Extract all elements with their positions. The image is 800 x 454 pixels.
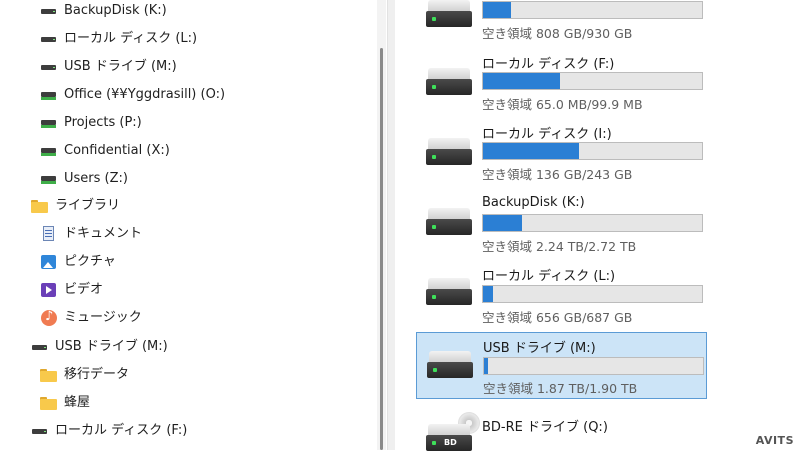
- pane-divider[interactable]: [387, 0, 395, 450]
- network-drive-icon: [40, 171, 58, 187]
- nav-item-label: Projects (P:): [64, 115, 142, 130]
- nav-scrollbar[interactable]: [377, 0, 386, 450]
- watermark-logo: AVITS: [755, 434, 794, 447]
- nav-item-label: ライブラリ: [55, 198, 121, 213]
- drive-free-space: 空き領域 808 GB/930 GB: [482, 26, 633, 41]
- drive-usage-bar: [482, 285, 703, 303]
- nav-item-label: BackupDisk (K:): [64, 3, 167, 18]
- nav-item-backupdisk-k[interactable]: BackupDisk (K:): [40, 0, 167, 24]
- folder-icon: [31, 198, 49, 214]
- hard-drive-icon: [425, 351, 475, 381]
- drive-tile-local-disk-i[interactable]: ローカル ディスク (I:) 空き領域 136 GB/243 GB: [416, 122, 707, 190]
- network-drive-icon: [40, 143, 58, 159]
- drive-usage-bar: [482, 1, 703, 19]
- nav-item-projects-p[interactable]: Projects (P:): [40, 110, 142, 136]
- nav-item-migration-data[interactable]: 移行データ: [40, 362, 129, 388]
- drive-usage-fill: [483, 143, 580, 159]
- drive-tile-bd-re-q[interactable]: BD BD-RE ドライブ (Q:): [416, 404, 707, 451]
- nav-item-label: ピクチャ: [64, 254, 116, 269]
- drive-icon: [31, 339, 49, 355]
- nav-item-label: ビデオ: [64, 282, 104, 297]
- nav-item-music[interactable]: ミュージック: [40, 305, 142, 331]
- hard-drive-icon: [424, 0, 474, 30]
- drive-usage-fill: [483, 215, 523, 231]
- documents-icon: [40, 226, 58, 242]
- drive-tile-backupdisk-k[interactable]: BackupDisk (K:) 空き領域 2.24 TB/2.72 TB: [416, 192, 707, 260]
- videos-icon: [40, 282, 58, 298]
- nav-item-libraries[interactable]: ライブラリ: [31, 193, 120, 219]
- drive-name: ローカル ディスク (L:): [482, 269, 616, 284]
- nav-item-office-o[interactable]: Office (¥¥Yggdrasill) (O:): [40, 82, 225, 108]
- nav-item-users-z[interactable]: Users (Z:): [40, 166, 128, 192]
- navigation-pane: BackupDisk (K:) ローカル ディスク (L:) USB ドライブ …: [0, 0, 376, 450]
- drive-tile-local-disk-l[interactable]: ローカル ディスク (L:) 空き領域 656 GB/687 GB: [416, 262, 707, 330]
- drive-usage-bar: [483, 357, 704, 375]
- nav-item-label: Office (¥¥Yggdrasill) (O:): [64, 87, 226, 102]
- drive-usage-bar: [482, 142, 703, 160]
- hard-drive-icon: [424, 68, 474, 98]
- nav-scrollbar-thumb[interactable]: [380, 48, 383, 450]
- drive-name: ローカル ディスク (F:): [482, 57, 615, 72]
- drive-name: USB ドライブ (M:): [483, 341, 596, 356]
- drive-free-space: 空き領域 656 GB/687 GB: [482, 310, 633, 325]
- nav-item-label: 移行データ: [64, 367, 130, 382]
- nav-item-label: USB ドライブ (M:): [64, 59, 177, 74]
- nav-item-label: Confidential (X:): [64, 143, 170, 158]
- nav-item-label: ミュージック: [64, 310, 142, 325]
- nav-item-confidential-x[interactable]: Confidential (X:): [40, 138, 170, 164]
- music-icon: [40, 309, 58, 326]
- drive-name: BD-RE ドライブ (Q:): [482, 420, 608, 435]
- drive-usage-fill: [483, 73, 560, 89]
- drive-icon: [40, 59, 58, 75]
- nav-item-label: ローカル ディスク (L:): [64, 31, 198, 46]
- nav-item-label: Users (Z:): [64, 171, 128, 186]
- nav-item-local-disk-f[interactable]: ローカル ディスク (F:): [31, 418, 187, 444]
- network-drive-icon: [40, 115, 58, 131]
- nav-item-documents[interactable]: ドキュメント: [40, 221, 142, 247]
- pictures-icon: [40, 254, 58, 270]
- nav-item-pictures[interactable]: ピクチャ: [40, 249, 116, 275]
- folder-icon: [40, 367, 58, 383]
- drive-usage-fill: [484, 358, 488, 374]
- drive-icon: [40, 31, 58, 47]
- drive-free-space: 空き領域 2.24 TB/2.72 TB: [482, 239, 637, 254]
- drive-free-space: 空き領域 1.87 TB/1.90 TB: [483, 381, 638, 396]
- hard-drive-icon: [424, 208, 474, 238]
- drive-usage-fill: [483, 2, 512, 18]
- drive-free-space: 空き領域 65.0 MB/99.9 MB: [482, 97, 643, 112]
- drive-usage-fill: [483, 286, 493, 302]
- drive-tile[interactable]: 空き領域 808 GB/930 GB: [416, 0, 707, 52]
- drive-name: BackupDisk (K:): [482, 195, 585, 210]
- drives-pane: 空き領域 808 GB/930 GB ローカル ディスク (F:) 空き領域 6…: [396, 0, 800, 451]
- drive-free-space: 空き領域 136 GB/243 GB: [482, 167, 633, 182]
- drive-tile-local-disk-f[interactable]: ローカル ディスク (F:) 空き領域 65.0 MB/99.9 MB: [416, 52, 707, 120]
- drive-usage-bar: [482, 72, 703, 90]
- nav-item-hachiya[interactable]: 蜂屋: [40, 390, 90, 416]
- folder-icon: [40, 395, 58, 411]
- drive-icon: [31, 423, 49, 439]
- nav-item-usb-drive-m[interactable]: USB ドライブ (M:): [40, 54, 177, 80]
- network-drive-icon: [40, 87, 58, 103]
- drive-tile-usb-drive-m[interactable]: USB ドライブ (M:) 空き領域 1.87 TB/1.90 TB: [416, 332, 707, 399]
- nav-item-label: USB ドライブ (M:): [55, 339, 168, 354]
- hard-drive-icon: [424, 138, 474, 168]
- nav-item-label: ローカル ディスク (F:): [55, 423, 188, 438]
- hard-drive-icon: [424, 278, 474, 308]
- drive-icon: [40, 3, 58, 19]
- nav-item-local-disk-l[interactable]: ローカル ディスク (L:): [40, 26, 197, 52]
- nav-item-videos[interactable]: ビデオ: [40, 277, 103, 303]
- nav-item-label: 蜂屋: [64, 395, 91, 410]
- nav-item-label: ドキュメント: [64, 226, 143, 241]
- drive-name: ローカル ディスク (I:): [482, 127, 612, 142]
- drive-usage-bar: [482, 214, 703, 232]
- nav-item-usb-drive-m-root[interactable]: USB ドライブ (M:): [31, 334, 168, 360]
